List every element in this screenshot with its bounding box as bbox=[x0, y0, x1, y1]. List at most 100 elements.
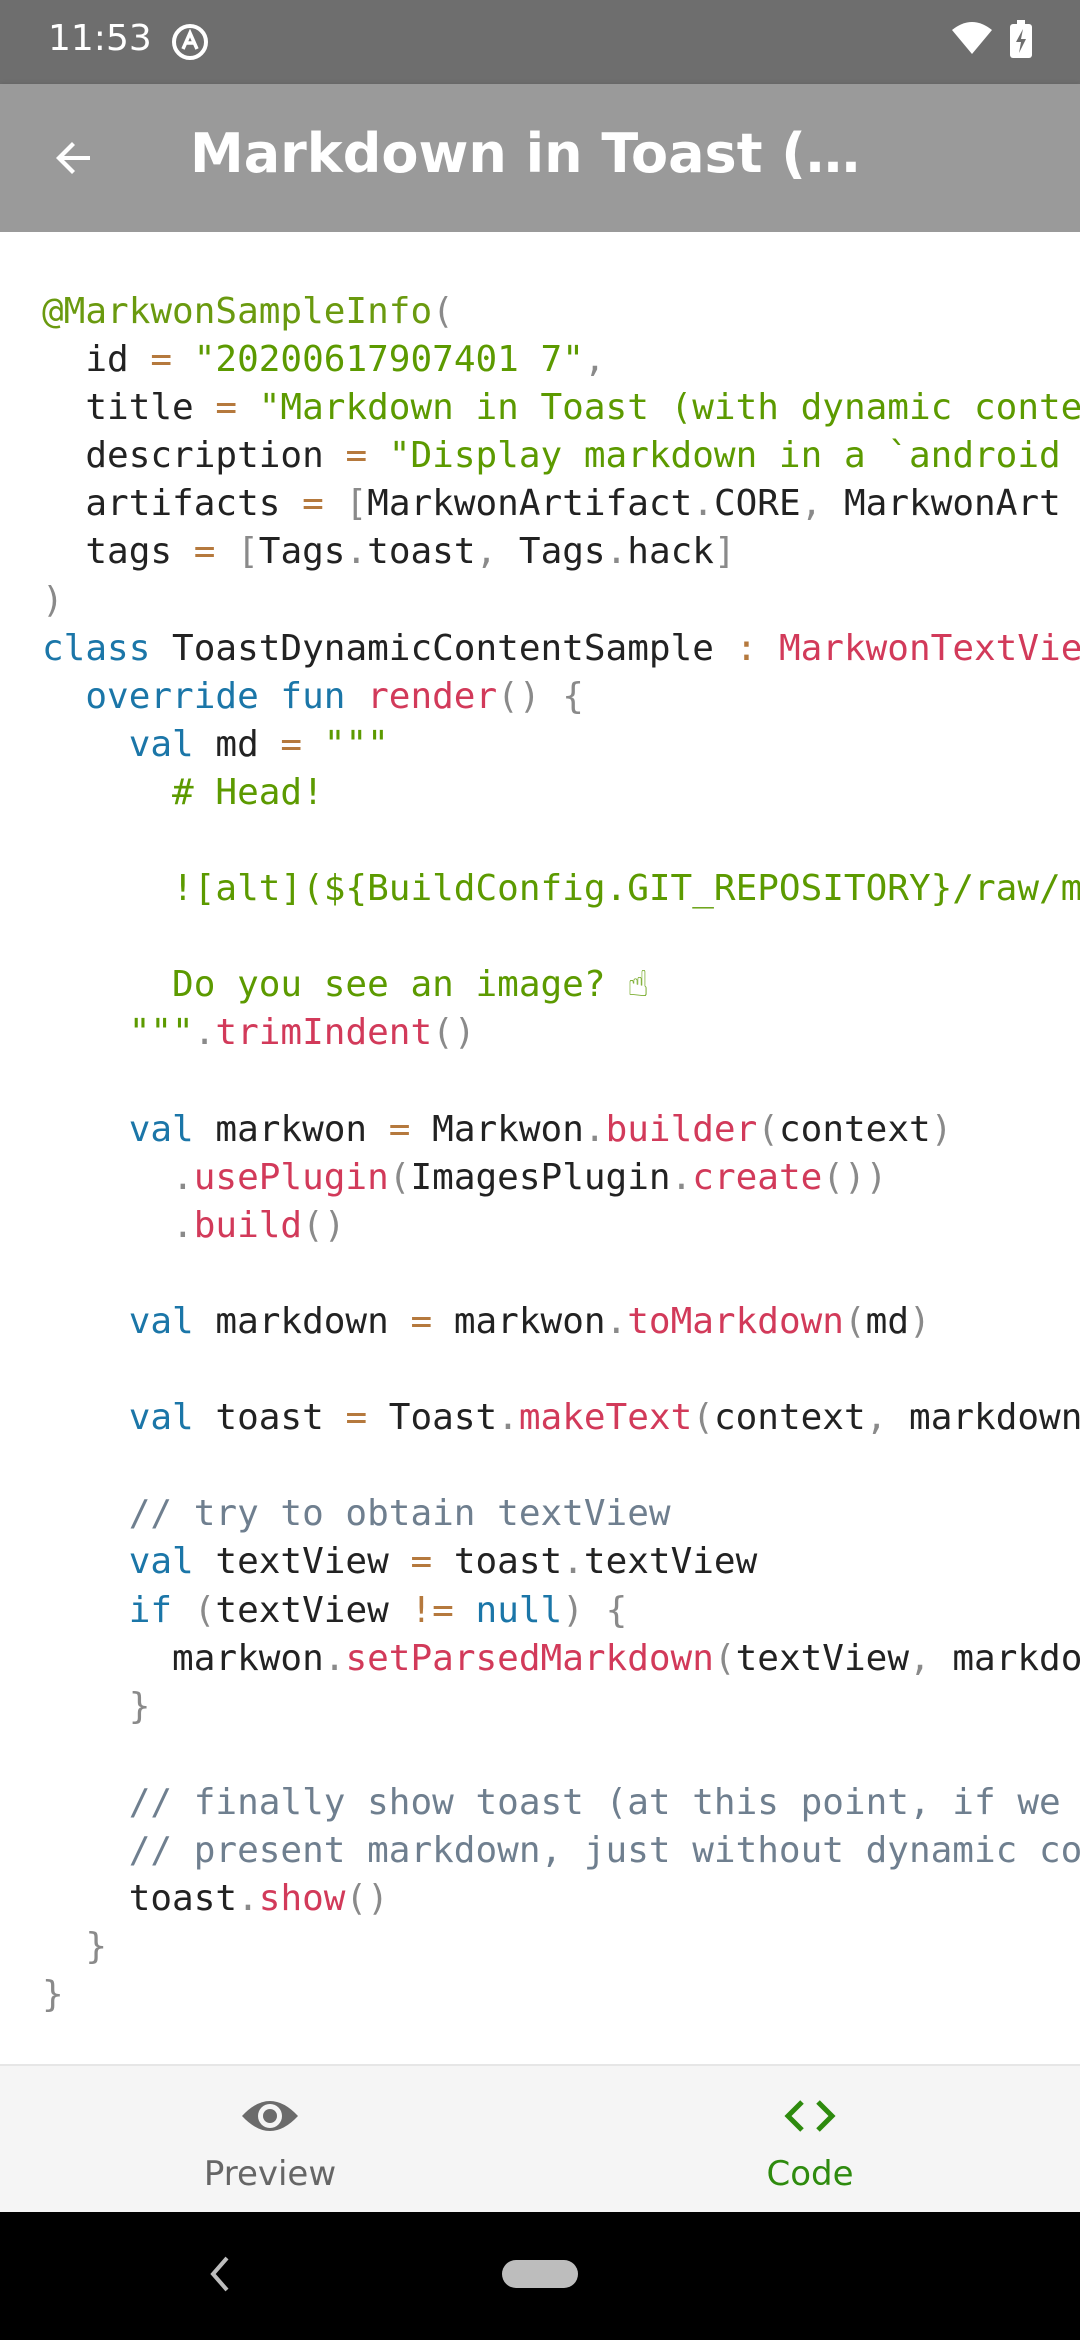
code-token: () bbox=[302, 1204, 346, 1246]
code-token: ( bbox=[713, 1637, 736, 1679]
code-token: . bbox=[237, 1878, 259, 1920]
code-token: artifacts bbox=[42, 483, 303, 525]
code-token: ( bbox=[388, 1156, 411, 1198]
code-token: ) bbox=[42, 579, 64, 621]
code-token: // present markdown, just without dynami… bbox=[42, 1830, 1080, 1871]
code-token: trimIndent bbox=[215, 1012, 433, 1054]
code-token: title bbox=[42, 387, 216, 429]
code-line: val markdown = markwon.toMarkdown(md) bbox=[42, 1298, 1080, 1346]
code-token: // try to obtain textView bbox=[42, 1493, 671, 1535]
code-token: markwon bbox=[432, 1300, 606, 1342]
code-token: tags bbox=[42, 531, 194, 573]
code-line: val toast = Toast.makeText(context, mark… bbox=[42, 1394, 1080, 1442]
code-view[interactable]: @MarkwonSampleInfo( id = "20200617907401… bbox=[0, 232, 1080, 2064]
code-token: ) bbox=[562, 1589, 584, 1631]
code-token: } bbox=[42, 1685, 151, 1727]
status-time: 11:53 bbox=[48, 18, 152, 59]
code-token: () bbox=[345, 1878, 389, 1920]
code-token: val bbox=[42, 1397, 194, 1439]
tab-preview[interactable]: Preview bbox=[0, 2066, 540, 2214]
code-line: val markwon = Markwon.builder(context) bbox=[42, 1106, 1080, 1154]
code-token: MarkwonArt bbox=[822, 483, 1061, 525]
code-line: .usePlugin(ImagesPlugin.create()) bbox=[42, 1154, 1080, 1202]
code-token: markdo bbox=[930, 1637, 1080, 1679]
code-token: context bbox=[713, 1397, 866, 1439]
code-token: # Head! bbox=[42, 771, 324, 813]
code-token: . bbox=[345, 531, 368, 573]
battery-charging-icon bbox=[1010, 20, 1032, 62]
code-token: context bbox=[778, 1108, 931, 1150]
code-line: // present markdown, just without dynami… bbox=[42, 1827, 1080, 1875]
code-block: @MarkwonSampleInfo( id = "20200617907401… bbox=[42, 288, 1080, 2019]
code-line: Do you see an image? ☝ bbox=[42, 961, 1080, 1009]
code-token: ] bbox=[713, 531, 736, 573]
status-icons bbox=[952, 20, 1032, 62]
system-navigation-bar bbox=[0, 2212, 1080, 2340]
code-token: . bbox=[692, 483, 714, 525]
page-title: Markdown in Toast (with… bbox=[190, 122, 890, 185]
code-line: # Head! bbox=[42, 769, 1080, 817]
code-token: ) bbox=[909, 1300, 931, 1342]
code-line: // finally show toast (at this point, if… bbox=[42, 1779, 1080, 1827]
back-button[interactable] bbox=[40, 124, 108, 192]
code-token: render bbox=[345, 675, 498, 717]
code-token: Do you see an image? ☝ bbox=[42, 964, 649, 1006]
code-token: ![alt](${BuildConfig.GIT_REPOSITORY}/raw… bbox=[42, 868, 1080, 910]
code-token: ( bbox=[843, 1300, 866, 1342]
nav-home-pill-icon[interactable] bbox=[502, 2260, 578, 2288]
code-token: val bbox=[42, 723, 194, 765]
code-token: Toast bbox=[367, 1397, 498, 1439]
code-line: override fun render() { bbox=[42, 673, 1080, 721]
code-token: markdown bbox=[887, 1397, 1080, 1439]
code-line: artifacts = [MarkwonArtifact.CORE, Markw… bbox=[42, 480, 1080, 528]
code-token: , bbox=[583, 339, 606, 381]
code-token: ToastDynamicContentSample bbox=[150, 627, 736, 669]
code-token: . bbox=[42, 1156, 194, 1198]
code-token: () bbox=[432, 1012, 476, 1054]
code-token: = bbox=[345, 1397, 368, 1439]
code-token: () bbox=[497, 675, 541, 717]
code-token: setParsedMarkdown bbox=[345, 1637, 714, 1679]
code-token: CORE bbox=[713, 483, 801, 525]
code-token: . bbox=[605, 1300, 628, 1342]
status-bar: 11:53 bbox=[0, 0, 1080, 84]
code-token: { bbox=[583, 1589, 628, 1631]
code-token: } bbox=[42, 1974, 64, 2016]
code-token: null bbox=[453, 1589, 563, 1631]
code-token: ( bbox=[757, 1108, 779, 1150]
app-bar: Markdown in Toast (with… bbox=[0, 84, 1080, 232]
code-token: toast bbox=[193, 1397, 346, 1439]
code-token: MarkwonArtifact bbox=[367, 483, 693, 525]
code-token: toMarkdown bbox=[627, 1300, 844, 1342]
code-token: hack bbox=[627, 531, 714, 573]
code-token: . bbox=[670, 1156, 693, 1198]
code-line: tags = [Tags.toast, Tags.hack] bbox=[42, 528, 1080, 576]
code-token: md bbox=[865, 1300, 910, 1342]
code-token: = bbox=[193, 531, 216, 573]
code-token: if bbox=[42, 1589, 173, 1631]
code-token: // finally show toast (at this point, if… bbox=[42, 1781, 1061, 1823]
code-token: ()) bbox=[822, 1156, 888, 1198]
code-token: : bbox=[735, 627, 758, 669]
code-token: , bbox=[475, 531, 498, 573]
code-token: = bbox=[150, 339, 173, 381]
code-token: description bbox=[42, 435, 346, 477]
code-token: md bbox=[193, 723, 281, 765]
code-token: markwon bbox=[42, 1637, 324, 1679]
code-token: . bbox=[562, 1541, 584, 1583]
code-token: ImagesPlugin bbox=[410, 1156, 671, 1198]
tab-code-label: Code bbox=[766, 2154, 854, 2194]
code-token: override fun bbox=[42, 675, 346, 717]
code-line: val textView = toast.textView bbox=[42, 1538, 1080, 1586]
tab-code[interactable]: Code bbox=[540, 2066, 1080, 2214]
code-line: if (textView != null) { bbox=[42, 1587, 1080, 1635]
code-token: . bbox=[583, 1108, 606, 1150]
code-token: . bbox=[497, 1397, 519, 1439]
code-token: = bbox=[410, 1541, 433, 1583]
nav-back-icon[interactable] bbox=[205, 2252, 235, 2300]
